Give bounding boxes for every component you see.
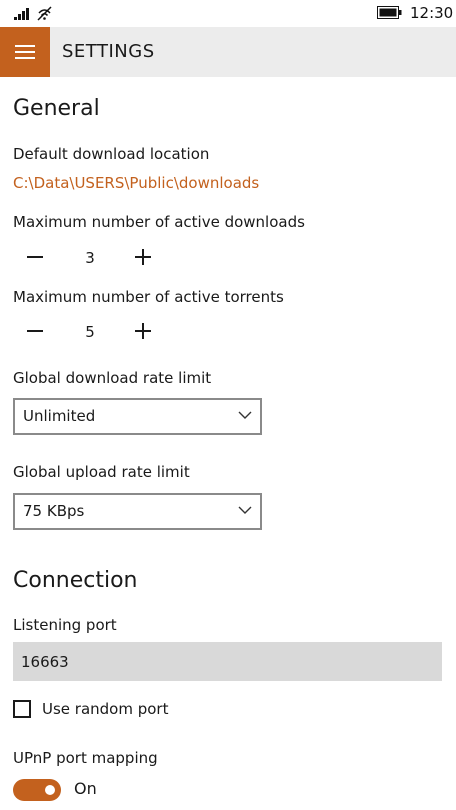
toggle-knob	[45, 785, 55, 795]
listening-port-label: Listening port	[13, 616, 117, 634]
listening-port-input[interactable]: 16663	[13, 642, 442, 681]
status-bar: 12:30	[0, 0, 456, 27]
app-bar: SETTINGS	[0, 27, 456, 77]
listening-port-value: 16663	[21, 653, 69, 671]
chevron-down-icon	[238, 506, 252, 514]
general-heading: General	[13, 96, 100, 121]
page-title: SETTINGS	[62, 41, 155, 62]
download-location-link[interactable]: C:\Data\USERS\Public\downloads	[13, 174, 259, 192]
download-rate-dropdown[interactable]: Unlimited	[13, 398, 262, 435]
random-port-label[interactable]: Use random port	[42, 700, 168, 718]
max-downloads-increment-button[interactable]	[131, 245, 155, 269]
download-rate-selected: Unlimited	[23, 407, 96, 425]
upnp-toggle[interactable]	[13, 779, 61, 801]
upload-rate-dropdown[interactable]: 75 KBps	[13, 493, 262, 530]
max-downloads-label: Maximum number of active downloads	[13, 213, 305, 231]
max-torrents-decrement-button[interactable]	[23, 319, 47, 343]
upnp-state-label: On	[74, 779, 97, 798]
download-rate-label: Global download rate limit	[13, 369, 212, 387]
upnp-label: UPnP port mapping	[13, 749, 158, 767]
hamburger-menu-icon[interactable]	[0, 27, 50, 77]
max-torrents-value: 5	[85, 323, 95, 341]
upload-rate-label: Global upload rate limit	[13, 463, 190, 481]
wifi-icon	[37, 6, 52, 21]
upload-rate-selected: 75 KBps	[23, 502, 85, 520]
max-downloads-value: 3	[85, 249, 95, 267]
max-torrents-label: Maximum number of active torrents	[13, 288, 284, 306]
download-location-label: Default download location	[13, 145, 210, 163]
signal-icon	[14, 8, 29, 20]
chevron-down-icon	[238, 411, 252, 419]
max-torrents-increment-button[interactable]	[131, 319, 155, 343]
battery-icon	[377, 6, 402, 19]
status-time: 12:30	[410, 4, 454, 22]
connection-heading: Connection	[13, 568, 138, 593]
max-downloads-decrement-button[interactable]	[23, 245, 47, 269]
random-port-checkbox[interactable]	[13, 700, 31, 718]
